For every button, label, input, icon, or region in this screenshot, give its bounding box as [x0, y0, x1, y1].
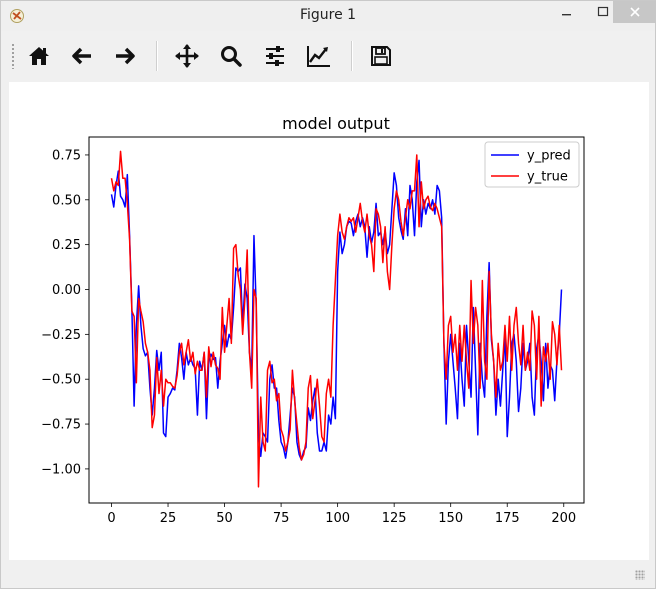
maximize-icon — [597, 6, 609, 17]
figure-window: Figure 1 0 25 50 75 100 125 150 175 200 … — [0, 0, 656, 589]
forward-button[interactable] — [108, 39, 142, 73]
x-tick-label: 75 — [273, 511, 290, 526]
minimize-icon — [562, 14, 571, 16]
resize-grip[interactable] — [635, 570, 645, 580]
home-button[interactable] — [22, 39, 56, 73]
x-tick-label: 200 — [551, 511, 576, 526]
arrow-right-icon — [116, 47, 135, 65]
legend-label-y_true: y_true — [527, 170, 568, 185]
magnifier-icon — [221, 46, 242, 67]
y-tick-label: −0.50 — [41, 373, 81, 388]
figure-canvas[interactable]: 0 25 50 75 100 125 150 175 200 −1.00 −0.75 −0.50 −0… — [9, 82, 649, 560]
save-button[interactable] — [364, 39, 398, 73]
y-tick-label: 0.00 — [52, 283, 81, 298]
zoom-button[interactable] — [214, 39, 248, 73]
toolbar-grip[interactable] — [11, 43, 15, 69]
sliders-icon — [266, 46, 284, 66]
title-bar: Figure 1 — [1, 1, 656, 31]
x-tick-label: 100 — [325, 511, 350, 526]
subplots-button[interactable] — [258, 39, 292, 73]
x-tick-label: 50 — [216, 511, 233, 526]
chart-title: model output — [282, 114, 390, 133]
minimize-button[interactable] — [549, 1, 585, 23]
floppy-disk-icon — [371, 46, 391, 66]
y-axis-ticks: −1.00 −0.75 −0.50 −0.25 0.00 0.25 0.50 0.75 — [41, 148, 89, 477]
line-chart-icon — [307, 46, 330, 67]
status-bar — [9, 564, 649, 582]
navigation-toolbar — [8, 35, 650, 77]
y-tick-label: 0.50 — [52, 193, 81, 208]
toolbar-separator — [351, 41, 353, 71]
pan-button[interactable] — [170, 39, 204, 73]
y-tick-label: −0.25 — [41, 328, 81, 343]
legend: y_pred y_true — [484, 141, 580, 188]
x-tick-label: 25 — [160, 511, 177, 526]
x-tick-label: 125 — [382, 511, 407, 526]
back-button[interactable] — [65, 39, 99, 73]
line-chart: 0 25 50 75 100 125 150 175 200 −1.00 −0.75 −0.50 −0… — [41, 114, 585, 526]
toolbar-separator — [156, 41, 158, 71]
y-tick-label: −0.75 — [41, 418, 81, 433]
y-tick-label: −1.00 — [41, 462, 81, 477]
edit-axis-button[interactable] — [302, 39, 336, 73]
close-icon — [630, 7, 640, 17]
x-tick-label: 175 — [495, 511, 520, 526]
home-icon — [29, 47, 49, 65]
y-tick-label: 0.75 — [52, 148, 81, 163]
legend-label-y_pred: y_pred — [527, 149, 571, 164]
x-tick-label: 0 — [107, 511, 115, 526]
x-axis-ticks: 0 25 50 75 100 125 150 175 200 — [107, 503, 576, 526]
y-tick-label: 0.25 — [52, 238, 81, 253]
arrow-left-icon — [72, 47, 91, 65]
close-button[interactable] — [613, 1, 656, 23]
x-tick-label: 150 — [438, 511, 463, 526]
move-icon — [175, 44, 199, 68]
